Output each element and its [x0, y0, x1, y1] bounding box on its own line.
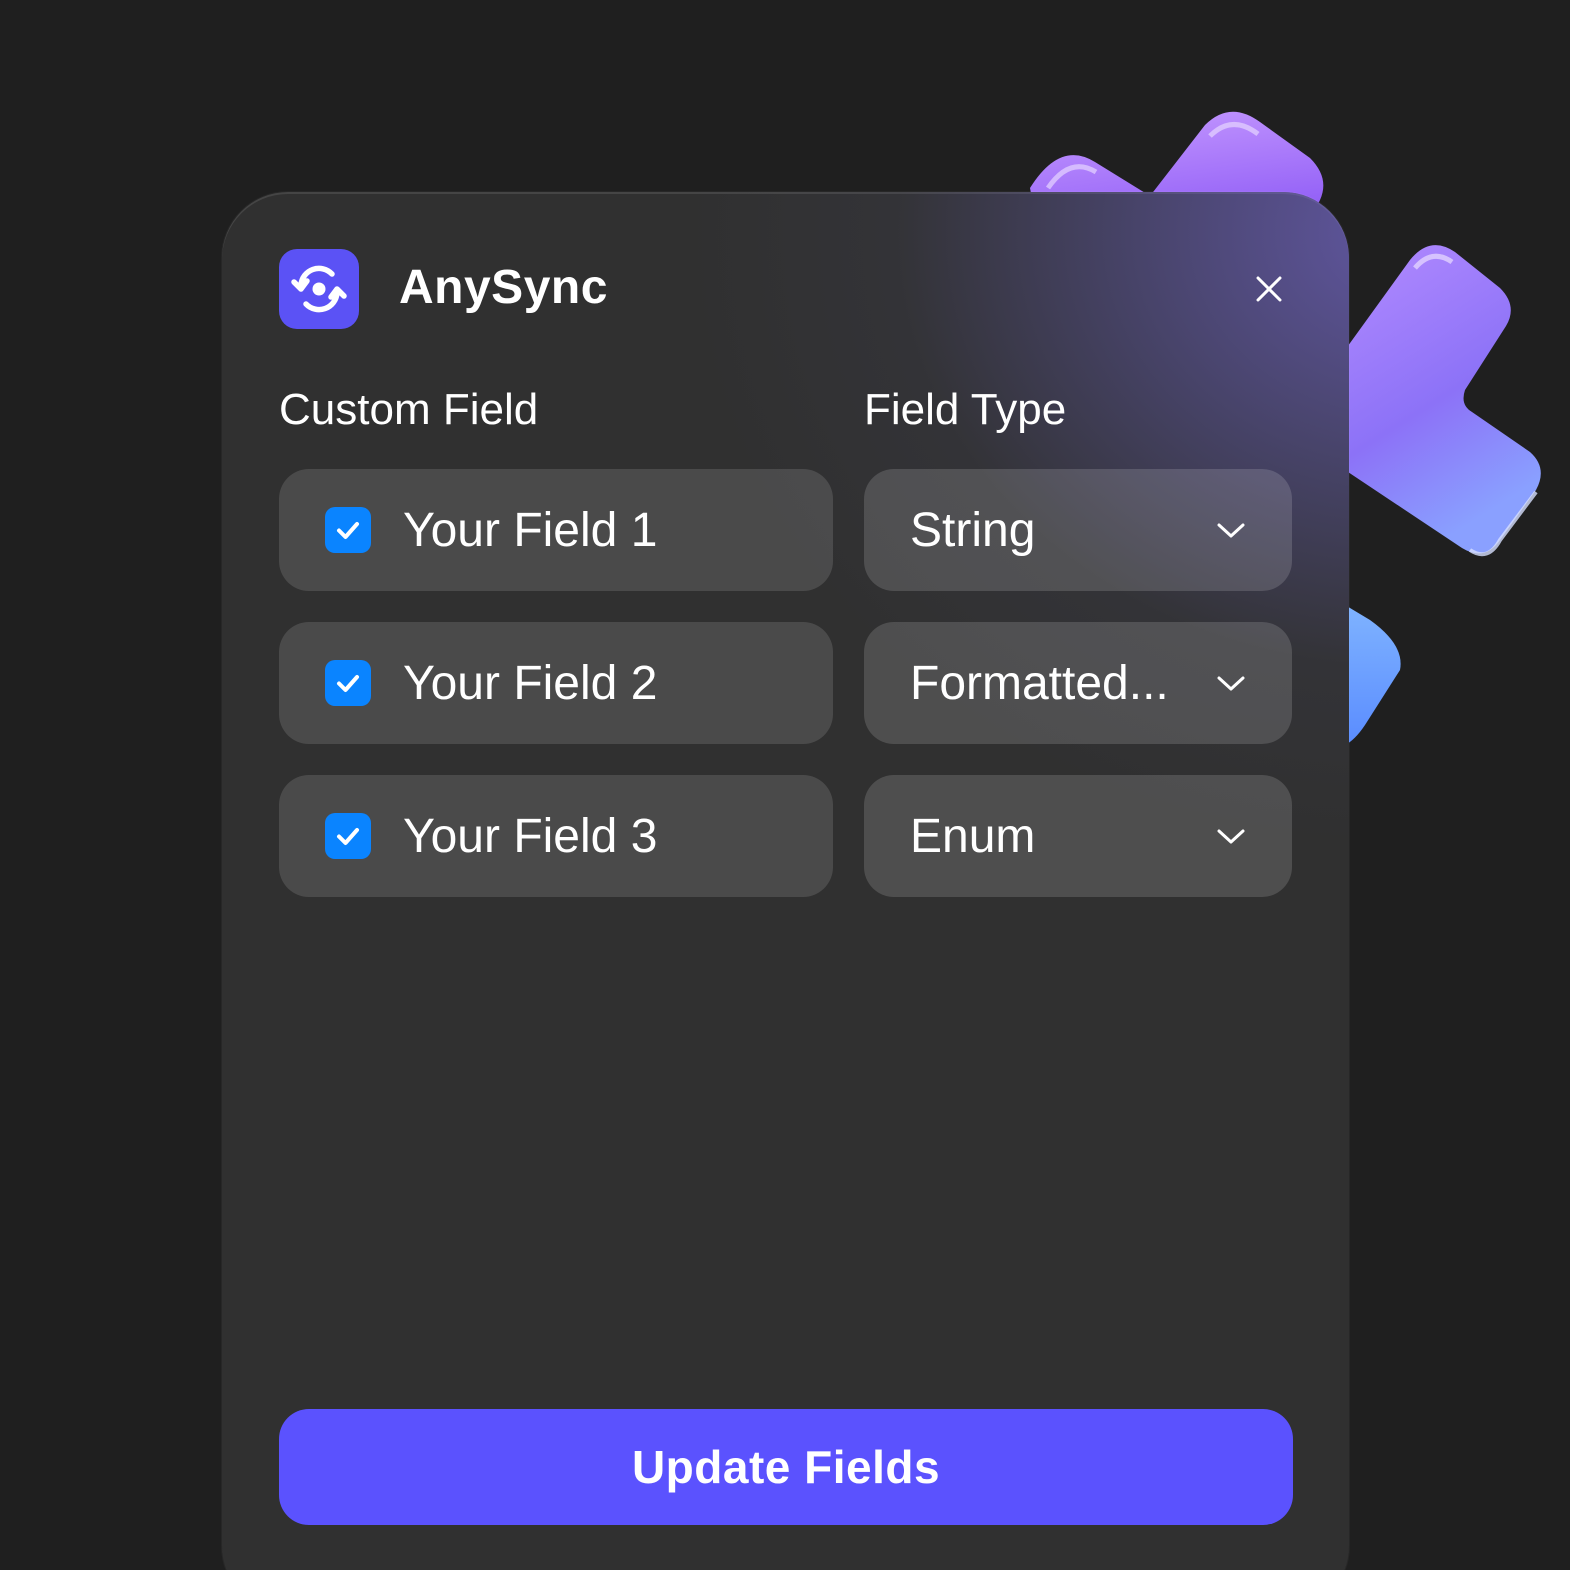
field-1-checkbox[interactable] — [325, 507, 371, 553]
field-1-type-value: String — [910, 503, 1036, 557]
chevron-down-icon — [1214, 666, 1248, 700]
chevron-down-icon — [1214, 819, 1248, 853]
field-row-1[interactable]: Your Field 1 — [279, 469, 833, 591]
field-3-type-value: Enum — [910, 809, 1036, 863]
field-3-type-select[interactable]: Enum — [864, 775, 1292, 897]
sync-icon — [279, 249, 359, 329]
checkmark-icon — [337, 522, 359, 539]
field-row-2[interactable]: Your Field 2 — [279, 622, 833, 744]
field-2-type-value: Formatted... — [910, 656, 1169, 710]
custom-field-heading: Custom Field — [279, 385, 539, 434]
checkmark-icon — [337, 675, 359, 692]
field-3-label: Your Field 3 — [403, 809, 658, 863]
close-icon — [1256, 276, 1282, 302]
anysync-panel: AnySync Custom Field Field Type Your Fie… — [222, 192, 1349, 1570]
page: AnySync Custom Field Field Type Your Fie… — [0, 0, 1570, 1570]
field-2-checkbox[interactable] — [325, 660, 371, 706]
app-title: AnySync — [399, 261, 608, 314]
checkmark-icon — [337, 828, 359, 845]
field-2-type-select[interactable]: Formatted... — [864, 622, 1292, 744]
field-3-checkbox[interactable] — [325, 813, 371, 859]
close-button[interactable] — [1244, 264, 1294, 314]
field-type-heading: Field Type — [864, 385, 1067, 434]
update-fields-button[interactable]: Update Fields — [279, 1409, 1293, 1525]
chevron-down-icon — [1214, 513, 1248, 547]
field-1-label: Your Field 1 — [403, 503, 658, 557]
field-row-3[interactable]: Your Field 3 — [279, 775, 833, 897]
field-1-type-select[interactable]: String — [864, 469, 1292, 591]
field-2-label: Your Field 2 — [403, 656, 658, 710]
